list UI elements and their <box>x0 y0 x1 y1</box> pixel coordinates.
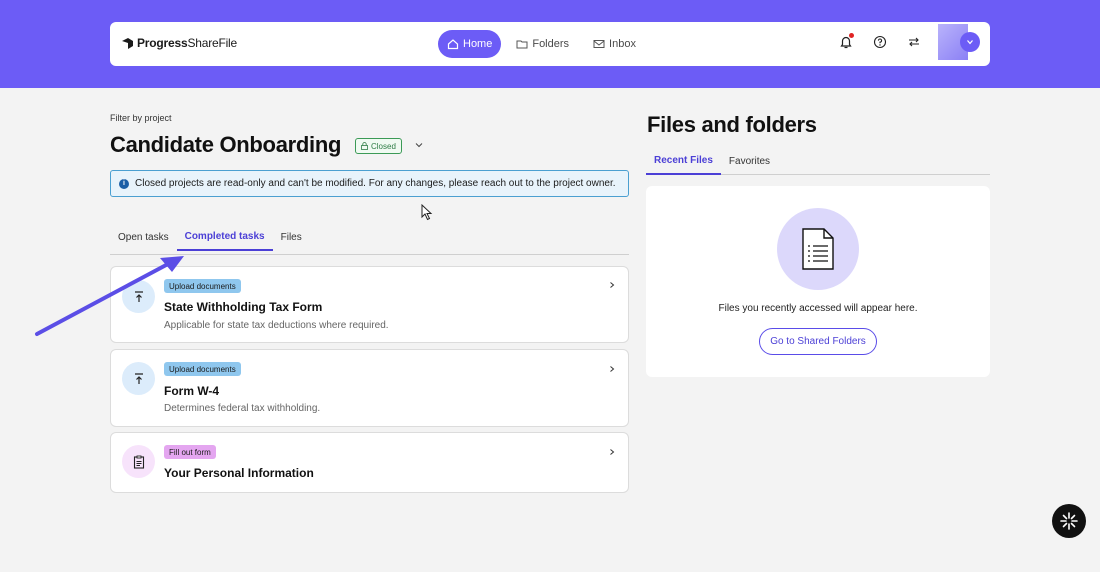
main-nav: Home Folders Inbox <box>438 30 645 58</box>
clipboard-icon <box>133 455 144 469</box>
go-to-shared-folders-button[interactable]: Go to Shared Folders <box>759 328 877 355</box>
task-description: Determines federal tax withholding. <box>164 403 321 414</box>
sparkle-icon <box>1060 512 1078 530</box>
lock-icon <box>361 142 368 150</box>
task-title: State Withholding Tax Form <box>164 300 323 314</box>
alert-message: Closed projects are read-only and can't … <box>135 178 616 189</box>
task-card[interactable]: Fill out form Your Personal Information <box>110 432 629 493</box>
upload-icon <box>134 372 143 384</box>
project-dropdown-chevron-icon[interactable] <box>414 140 424 150</box>
nav-actions <box>836 24 980 60</box>
task-icon <box>122 280 155 313</box>
filter-by-project-label: Filter by project <box>110 113 172 123</box>
mouse-cursor-icon <box>421 204 433 221</box>
tab-completed-tasks[interactable]: Completed tasks <box>176 223 273 251</box>
task-title: Form W-4 <box>164 384 220 398</box>
tab-files[interactable]: Files <box>273 223 310 251</box>
notification-dot <box>849 33 854 38</box>
task-card[interactable]: Upload documents State Withholding Tax F… <box>110 266 629 343</box>
empty-state-message: Files you recently accessed will appear … <box>718 303 918 314</box>
nav-home[interactable]: Home <box>438 30 502 58</box>
files-tabs: Recent Files Favorites <box>646 148 990 175</box>
tab-favorites[interactable]: Favorites <box>721 147 778 175</box>
upload-icon <box>134 290 143 302</box>
nav-home-label: Home <box>463 38 493 50</box>
account-menu[interactable] <box>938 24 980 60</box>
nav-folders-label: Folders <box>532 38 570 50</box>
brand-name-bold: Progress <box>137 36 188 50</box>
assistant-fab[interactable] <box>1052 504 1086 538</box>
tab-open-tasks[interactable]: Open tasks <box>110 223 177 251</box>
task-title: Your Personal Information <box>164 466 314 480</box>
account-chevron[interactable] <box>960 32 980 52</box>
switch-icon <box>909 37 919 47</box>
task-tabs: Open tasks Completed tasks Files <box>110 227 629 255</box>
folder-icon <box>516 40 528 49</box>
mail-icon <box>593 40 605 48</box>
switch-account-button[interactable] <box>904 32 924 52</box>
status-badge: Closed <box>355 138 402 154</box>
task-type-badge: Upload documents <box>164 279 241 293</box>
home-icon <box>447 39 459 50</box>
files-and-folders-title: Files and folders <box>647 112 817 137</box>
status-badge-label: Closed <box>371 141 396 151</box>
document-icon <box>802 228 834 270</box>
info-icon: i <box>119 178 129 189</box>
task-card[interactable]: Upload documents Form W-4 Determines fed… <box>110 349 629 427</box>
nav-inbox[interactable]: Inbox <box>584 30 645 58</box>
task-icon <box>122 445 155 478</box>
tab-recent-files[interactable]: Recent Files <box>646 147 721 175</box>
chevron-down-icon <box>967 40 973 45</box>
task-icon <box>122 362 155 395</box>
task-description: Applicable for state tax deductions wher… <box>164 320 389 331</box>
brand-name-light: ShareFile <box>187 36 237 50</box>
task-type-badge: Fill out form <box>164 445 216 459</box>
top-navbar: ProgressShareFile Home Folders Inbox <box>110 22 990 66</box>
chevron-right-icon <box>610 282 615 288</box>
task-type-badge: Upload documents <box>164 362 241 376</box>
nav-inbox-label: Inbox <box>609 38 636 50</box>
recent-files-panel: Files you recently accessed will appear … <box>646 186 990 377</box>
progress-logo-icon <box>122 37 133 49</box>
notifications-button[interactable] <box>836 32 856 52</box>
empty-state-illustration <box>777 208 859 290</box>
project-title: Candidate Onboarding <box>110 132 342 157</box>
help-button[interactable] <box>870 32 890 52</box>
help-icon <box>873 35 887 49</box>
read-only-alert: i Closed projects are read-only and can'… <box>110 170 629 197</box>
nav-folders[interactable]: Folders <box>507 30 578 58</box>
chevron-right-icon <box>610 449 615 455</box>
chevron-right-icon <box>610 366 615 372</box>
brand-logo[interactable]: ProgressShareFile <box>122 36 237 50</box>
